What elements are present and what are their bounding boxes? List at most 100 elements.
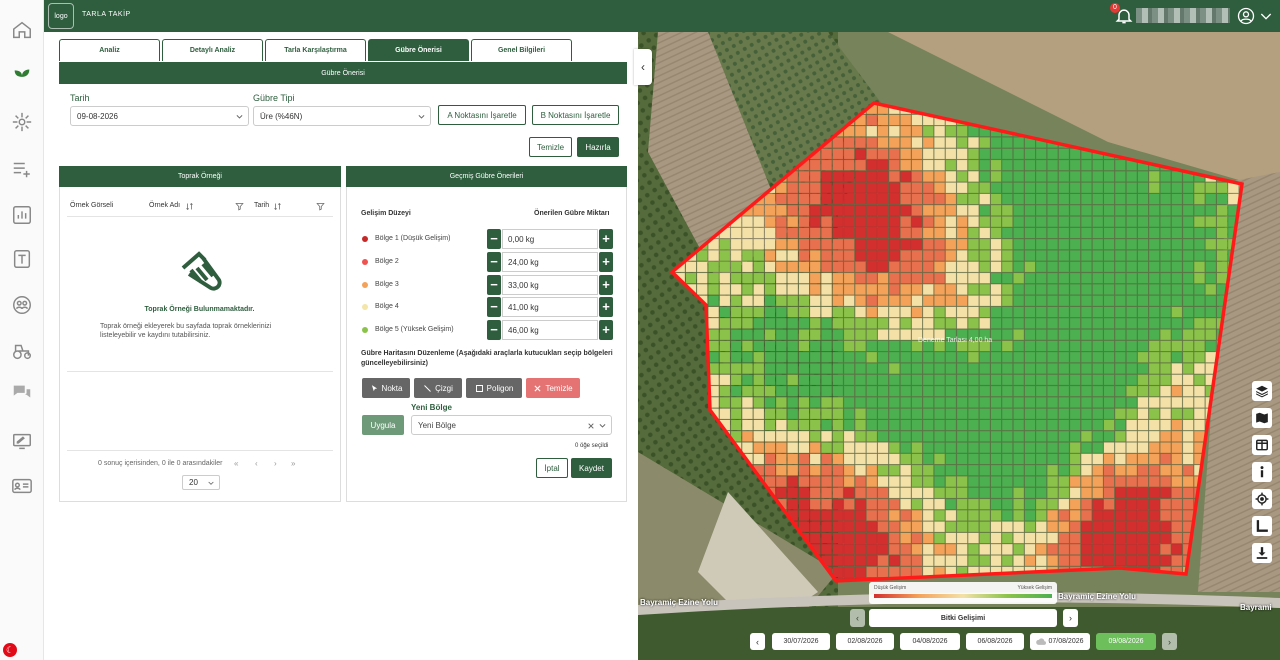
vegetation-cell[interactable] — [979, 464, 991, 476]
fertilizer-type-select[interactable]: Üre (%46N) — [253, 106, 431, 126]
vegetation-cell[interactable] — [1001, 261, 1013, 273]
vegetation-cell[interactable] — [877, 159, 889, 171]
vegetation-cell[interactable] — [1058, 362, 1070, 375]
vegetation-cell[interactable] — [787, 317, 799, 329]
vegetation-cell[interactable] — [832, 453, 844, 465]
vegetation-cell[interactable] — [1103, 453, 1115, 465]
vegetation-cell[interactable] — [1046, 283, 1059, 296]
vegetation-cell[interactable] — [798, 487, 810, 499]
vegetation-cell[interactable] — [877, 385, 889, 397]
vegetation-cell[interactable] — [1046, 328, 1059, 341]
vegetation-cell[interactable] — [1182, 216, 1194, 228]
vegetation-cell[interactable] — [854, 430, 867, 442]
vegetation-cell[interactable] — [1001, 521, 1013, 533]
vegetation-cell[interactable] — [1103, 159, 1115, 171]
vegetation-cell[interactable] — [911, 295, 923, 307]
vegetation-cell[interactable] — [899, 396, 912, 409]
vegetation-cell[interactable] — [899, 125, 912, 137]
vegetation-cell[interactable] — [866, 182, 878, 194]
vegetation-cell[interactable] — [899, 193, 912, 205]
vegetation-cell[interactable] — [990, 362, 1002, 375]
vegetation-cell[interactable] — [820, 543, 833, 555]
vegetation-cell[interactable] — [866, 408, 878, 420]
vegetation-cell[interactable] — [1069, 441, 1081, 454]
vegetation-cell[interactable] — [1125, 419, 1138, 431]
vegetation-cell[interactable] — [775, 306, 787, 318]
vegetation-cell[interactable] — [866, 419, 878, 431]
vegetation-cell[interactable] — [1001, 136, 1013, 149]
tab-gubre-onerisi[interactable]: Gübre Önerisi — [368, 39, 469, 61]
vegetation-cell[interactable] — [1080, 227, 1093, 239]
id-card-icon[interactable] — [6, 471, 38, 501]
vegetation-cell[interactable] — [1012, 475, 1025, 488]
vegetation-cell[interactable] — [775, 374, 787, 386]
vegetation-cell[interactable] — [775, 238, 787, 250]
vegetation-cell[interactable] — [764, 430, 776, 442]
vegetation-cell[interactable] — [1001, 396, 1013, 409]
vegetation-cell[interactable] — [1035, 159, 1047, 171]
cancel-button[interactable]: İptal — [536, 458, 568, 478]
vegetation-cell[interactable] — [1114, 317, 1126, 329]
vegetation-cell[interactable] — [1137, 328, 1149, 341]
vegetation-cell[interactable] — [1114, 306, 1126, 318]
vegetation-cell[interactable] — [877, 441, 889, 454]
vegetation-cell[interactable] — [1080, 475, 1093, 488]
vegetation-cell[interactable] — [854, 554, 867, 567]
vegetation-cell[interactable] — [1193, 249, 1206, 262]
vegetation-cell[interactable] — [1046, 408, 1059, 420]
vegetation-cell[interactable] — [1182, 204, 1194, 216]
vegetation-cell[interactable] — [1058, 532, 1070, 544]
vegetation-cell[interactable] — [1046, 227, 1059, 239]
vegetation-cell[interactable] — [775, 204, 787, 216]
vegetation-cell[interactable] — [945, 543, 957, 555]
vegetation-cell[interactable] — [741, 351, 754, 363]
vegetation-cell[interactable] — [866, 351, 878, 363]
vegetation-cell[interactable] — [854, 249, 867, 262]
vegetation-cell[interactable] — [843, 408, 855, 420]
vegetation-cell[interactable] — [854, 238, 867, 250]
vegetation-cell[interactable] — [798, 328, 810, 341]
vegetation-cell[interactable] — [945, 193, 957, 205]
vegetation-cell[interactable] — [1046, 453, 1059, 465]
decrement-button[interactable]: − — [487, 320, 501, 340]
vegetation-cell[interactable] — [1159, 374, 1172, 386]
vegetation-cell[interactable] — [1137, 216, 1149, 228]
vegetation-cell[interactable] — [922, 204, 934, 216]
vegetation-cell[interactable] — [945, 532, 957, 544]
vegetation-cell[interactable] — [1114, 419, 1126, 431]
vegetation-cell[interactable] — [1148, 475, 1160, 488]
vegetation-cell[interactable] — [922, 227, 934, 239]
vegetation-cell[interactable] — [843, 249, 855, 262]
vegetation-cell[interactable] — [1171, 498, 1183, 510]
vegetation-cell[interactable] — [1012, 216, 1025, 228]
vegetation-cell[interactable] — [741, 283, 754, 296]
vegetation-cell[interactable] — [741, 385, 754, 397]
vegetation-cell[interactable] — [798, 272, 810, 284]
vegetation-cell[interactable] — [866, 272, 878, 284]
vegetation-cell[interactable] — [877, 362, 889, 375]
vegetation-cell[interactable] — [911, 238, 923, 250]
vegetation-cell[interactable] — [1058, 193, 1070, 205]
vegetation-cell[interactable] — [1114, 475, 1126, 488]
vegetation-cell[interactable] — [911, 170, 923, 183]
filter-icon[interactable] — [316, 202, 325, 211]
vegetation-cell[interactable] — [1001, 374, 1013, 386]
vegetation-cell[interactable] — [1035, 204, 1047, 216]
vegetation-cell[interactable] — [1171, 295, 1183, 307]
vegetation-cell[interactable] — [820, 328, 833, 341]
vegetation-cell[interactable] — [798, 295, 810, 307]
vegetation-cell[interactable] — [843, 532, 855, 544]
vegetation-cell[interactable] — [1114, 408, 1126, 420]
vegetation-cell[interactable] — [764, 385, 776, 397]
vegetation-cell[interactable] — [787, 475, 799, 488]
vegetation-cell[interactable] — [967, 261, 980, 273]
vegetation-cell[interactable] — [1001, 306, 1013, 318]
vegetation-cell[interactable] — [877, 532, 889, 544]
vegetation-cell[interactable] — [1159, 543, 1172, 555]
vegetation-cell[interactable] — [967, 238, 980, 250]
vegetation-cell[interactable] — [899, 521, 912, 533]
vegetation-cell[interactable] — [922, 216, 934, 228]
vegetation-cell[interactable] — [877, 193, 889, 205]
vegetation-cell[interactable] — [877, 136, 889, 149]
vegetation-cell[interactable] — [1092, 261, 1104, 273]
